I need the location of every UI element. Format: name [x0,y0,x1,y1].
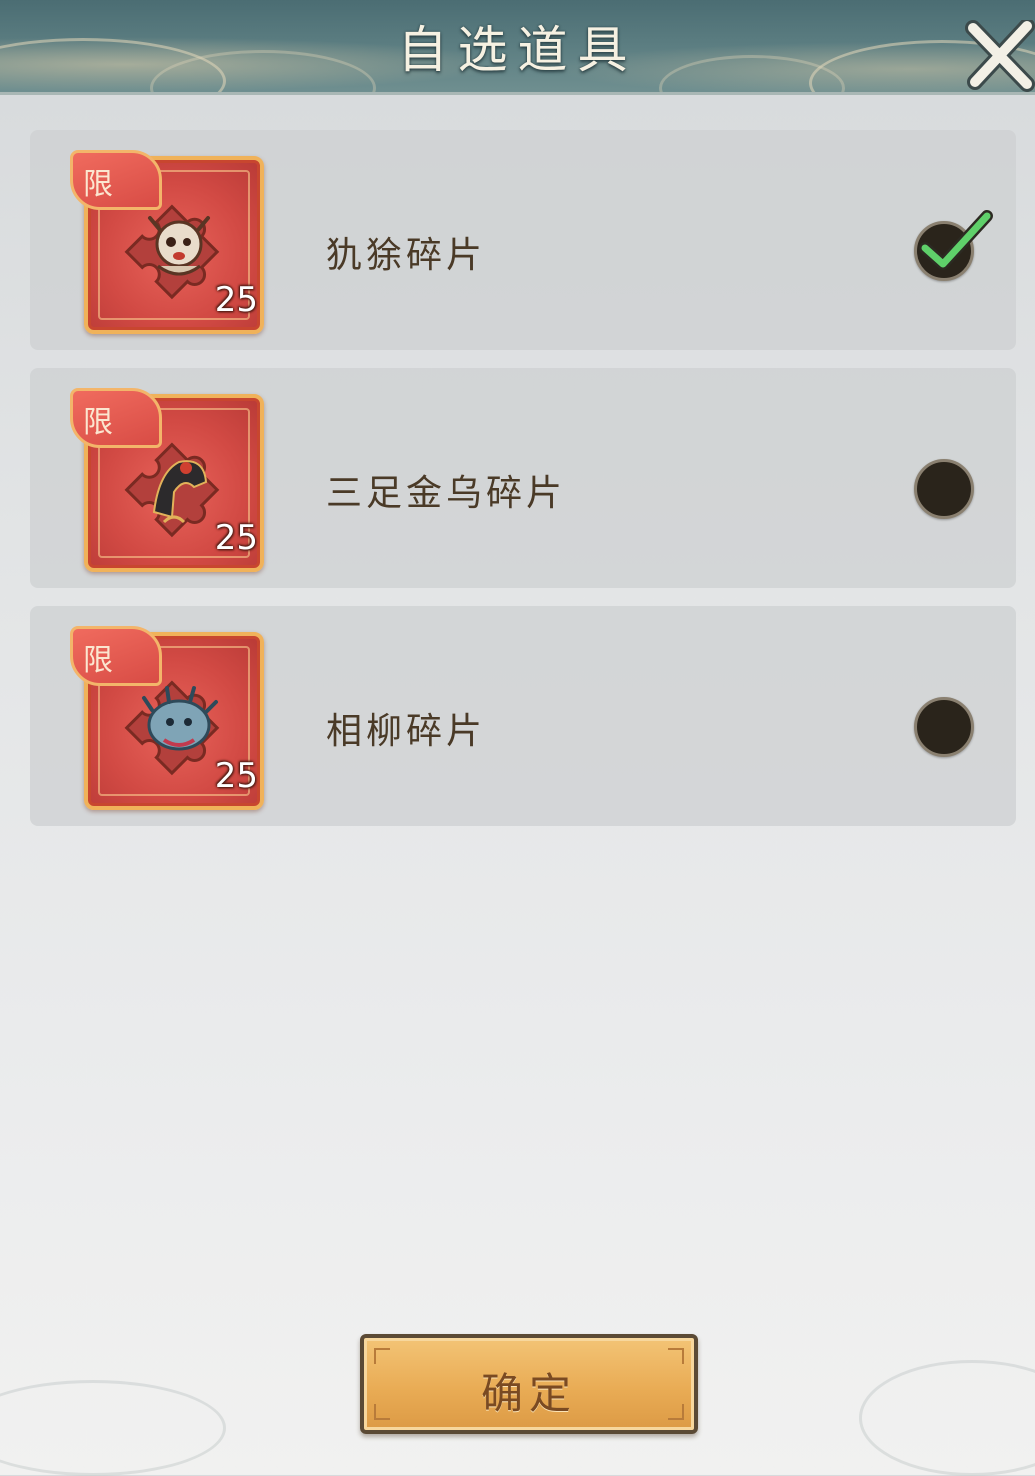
item-icon: 限 25 [70,626,266,814]
item-icon: 限 25 [70,150,266,338]
dialog-header: 自选道具 [0,0,1035,95]
item-row-xiangliu-fragment[interactable]: 限 25 相柳碎片 [30,606,1016,826]
confirm-label: 确定 [480,1369,577,1418]
close-icon [965,18,1035,92]
item-count: 25 [214,280,258,320]
item-name: 犰狳碎片 [326,235,487,276]
decorative-cloud [859,1360,1035,1476]
dialog-title: 自选道具 [397,21,638,79]
item-row-armadillo-fragment[interactable]: 限 25 犰狳碎片 [30,130,1016,350]
item-count: 25 [214,756,258,796]
select-radio[interactable] [914,210,993,281]
item-list: 限 25 犰狳碎片 限 25 三足金乌碎片 限 25 相柳碎片 [30,130,1016,844]
item-count: 25 [214,518,258,558]
close-button[interactable] [965,18,1035,92]
decorative-cloud [0,1380,226,1476]
item-icon: 限 25 [70,388,266,576]
item-name: 相柳碎片 [326,711,487,752]
item-row-three-legged-crow-fragment[interactable]: 限 25 三足金乌碎片 [30,368,1016,588]
check-icon [919,210,993,270]
select-radio[interactable] [914,459,974,519]
select-radio[interactable] [914,697,974,757]
confirm-button[interactable]: 确定 [360,1334,698,1434]
item-name: 三足金乌碎片 [326,473,567,514]
